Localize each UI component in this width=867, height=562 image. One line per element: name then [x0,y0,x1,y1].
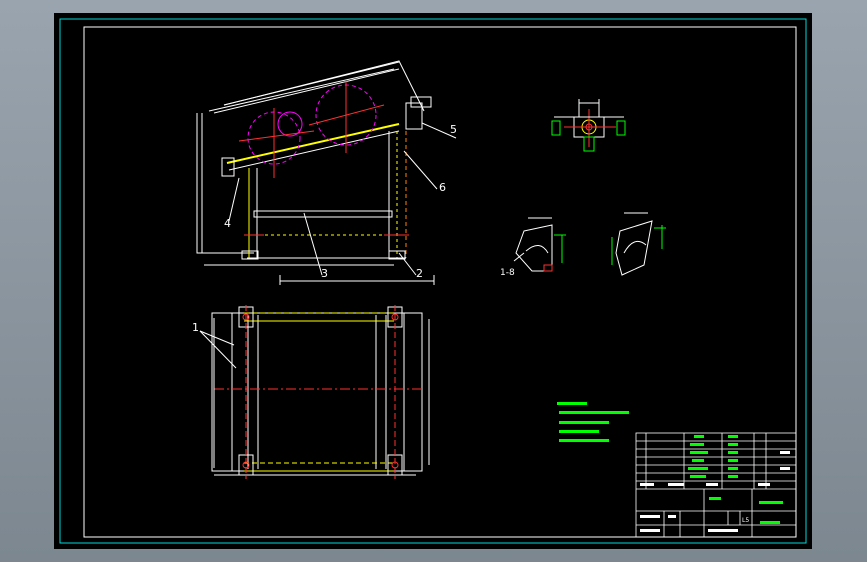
balloon-5: 5 [450,123,457,136]
title-block-text-marks [640,451,790,532]
side-view-balloons: 5 6 4 3 2 [224,123,457,280]
app-window: 5 6 4 3 2 1-8 1 L5 [0,0,867,562]
balloon-4: 4 [224,217,231,230]
detail-section-c [611,212,666,276]
inner-border [83,26,797,538]
balloon-2: 2 [416,267,423,280]
top-view [199,305,430,479]
detail-label-1-8: 1-8 [500,268,515,278]
cad-viewport[interactable]: 5 6 4 3 2 1-8 1 L5 [54,13,812,549]
detail-bracket [551,99,626,152]
balloon-6: 6 [439,181,446,194]
balloon-3: 3 [321,267,328,280]
title-block-scale-label: L5 [742,517,749,524]
side-view [196,60,457,285]
detail-section-b [513,217,566,272]
drawing-canvas: 5 6 4 3 2 1-8 1 L5 [59,18,807,544]
balloon-1: 1 [192,321,199,334]
technical-notes [557,402,629,442]
